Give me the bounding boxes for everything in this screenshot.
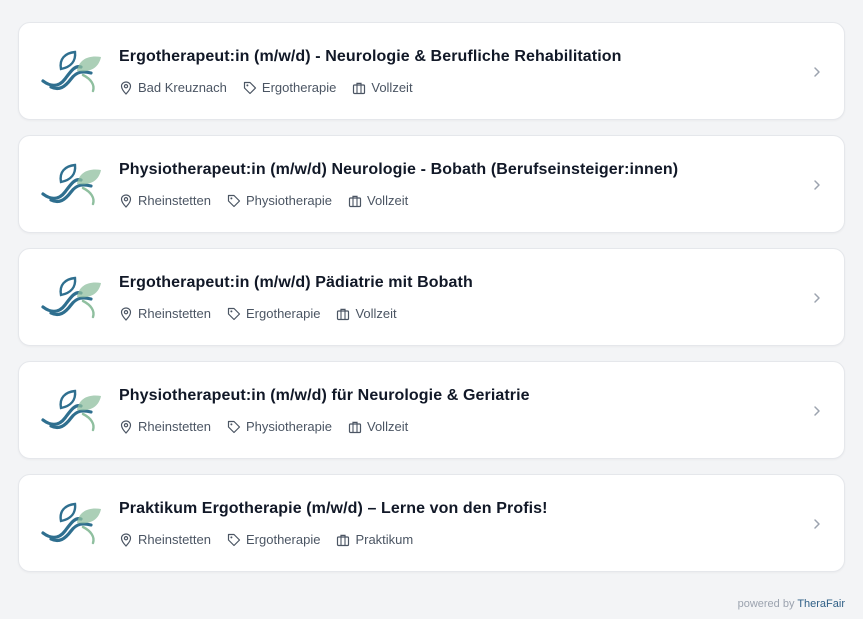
job-location: Rheinstetten [119, 193, 211, 208]
leaf-wave-logo-icon [41, 275, 103, 321]
chevron-right-icon[interactable] [812, 178, 822, 192]
job-title[interactable]: Ergotherapeut:in (m/w/d) - Neurologie & … [119, 48, 622, 66]
job-employment: Praktikum [336, 532, 413, 547]
job-location: Rheinstetten [119, 532, 211, 547]
job-title[interactable]: Physiotherapeut:in (m/w/d) Neurologie - … [119, 161, 678, 179]
job-employment: Vollzeit [348, 419, 408, 434]
job-category: Physiotherapie [227, 193, 332, 208]
tag-icon [227, 420, 241, 434]
job-location-label: Rheinstetten [138, 193, 211, 208]
job-employment-label: Vollzeit [355, 306, 397, 321]
job-location-label: Rheinstetten [138, 532, 211, 547]
chevron-right-icon[interactable] [812, 65, 822, 79]
briefcase-icon [348, 420, 362, 434]
therafair-brand-link[interactable]: TheraFair [797, 598, 845, 610]
tag-icon [227, 194, 241, 208]
job-title[interactable]: Praktikum Ergotherapie (m/w/d) – Lerne v… [119, 500, 548, 518]
chevron-right-icon[interactable] [812, 404, 822, 418]
job-location: Rheinstetten [119, 306, 211, 321]
leaf-wave-logo-icon [41, 388, 103, 434]
briefcase-icon [336, 533, 350, 547]
job-location-label: Bad Kreuznach [138, 80, 227, 95]
job-category-label: Ergotherapie [246, 306, 321, 321]
job-employment-label: Vollzeit [367, 419, 409, 434]
job-meta: Rheinstetten Physiotherapie Vollzeit [119, 193, 424, 208]
job-card[interactable]: Physiotherapeut:in (m/w/d) Neurologie - … [18, 135, 845, 233]
job-category-label: Ergotherapie [246, 532, 321, 547]
tag-icon [227, 307, 241, 321]
job-employment-label: Vollzeit [367, 193, 409, 208]
job-location: Rheinstetten [119, 419, 211, 434]
job-category: Ergotherapie [243, 80, 336, 95]
map-pin-icon [119, 80, 133, 95]
job-meta: Rheinstetten Physiotherapie Vollzeit [119, 419, 424, 434]
job-card[interactable]: Ergotherapeut:in (m/w/d) - Neurologie & … [18, 22, 845, 120]
briefcase-icon [336, 307, 350, 321]
tag-icon [243, 81, 257, 95]
job-employment-label: Praktikum [355, 532, 414, 547]
job-category-label: Physiotherapie [246, 419, 332, 434]
chevron-right-icon[interactable] [812, 517, 822, 531]
map-pin-icon [119, 306, 133, 321]
job-employment: Vollzeit [348, 193, 408, 208]
leaf-wave-logo-icon [41, 501, 103, 547]
job-card[interactable]: Ergotherapeut:in (m/w/d) Pädiatrie mit B… [18, 248, 845, 346]
job-meta: Rheinstetten Ergotherapie Praktikum [119, 532, 429, 547]
job-employment-label: Vollzeit [371, 80, 413, 95]
job-category: Ergotherapie [227, 532, 320, 547]
briefcase-icon [352, 81, 366, 95]
leaf-wave-logo-icon [41, 162, 103, 208]
map-pin-icon [119, 193, 133, 208]
job-card[interactable]: Praktikum Ergotherapie (m/w/d) – Lerne v… [18, 474, 845, 572]
job-location-label: Rheinstetten [138, 306, 211, 321]
job-location: Bad Kreuznach [119, 80, 227, 95]
job-category-label: Physiotherapie [246, 193, 332, 208]
job-category: Physiotherapie [227, 419, 332, 434]
job-title[interactable]: Physiotherapeut:in (m/w/d) für Neurologi… [119, 387, 530, 405]
job-meta: Bad Kreuznach Ergotherapie Vollzeit [119, 80, 429, 95]
leaf-wave-logo-icon [41, 49, 103, 95]
job-list: Ergotherapeut:in (m/w/d) - Neurologie & … [18, 22, 845, 587]
job-category: Ergotherapie [227, 306, 320, 321]
job-employment: Vollzeit [352, 80, 413, 95]
chevron-right-icon[interactable] [812, 291, 822, 305]
map-pin-icon [119, 419, 133, 434]
briefcase-icon [348, 194, 362, 208]
powered-by-prefix: powered by [737, 598, 795, 610]
job-category-label: Ergotherapie [261, 80, 337, 95]
job-card[interactable]: Physiotherapeut:in (m/w/d) für Neurologi… [18, 361, 845, 459]
job-meta: Rheinstetten Ergotherapie Vollzeit [119, 306, 413, 321]
powered-by-footer: powered by TheraFair [738, 598, 845, 610]
job-title[interactable]: Ergotherapeut:in (m/w/d) Pädiatrie mit B… [119, 274, 473, 292]
job-employment: Vollzeit [336, 306, 397, 321]
job-location-label: Rheinstetten [138, 419, 211, 434]
tag-icon [227, 533, 241, 547]
map-pin-icon [119, 532, 133, 547]
